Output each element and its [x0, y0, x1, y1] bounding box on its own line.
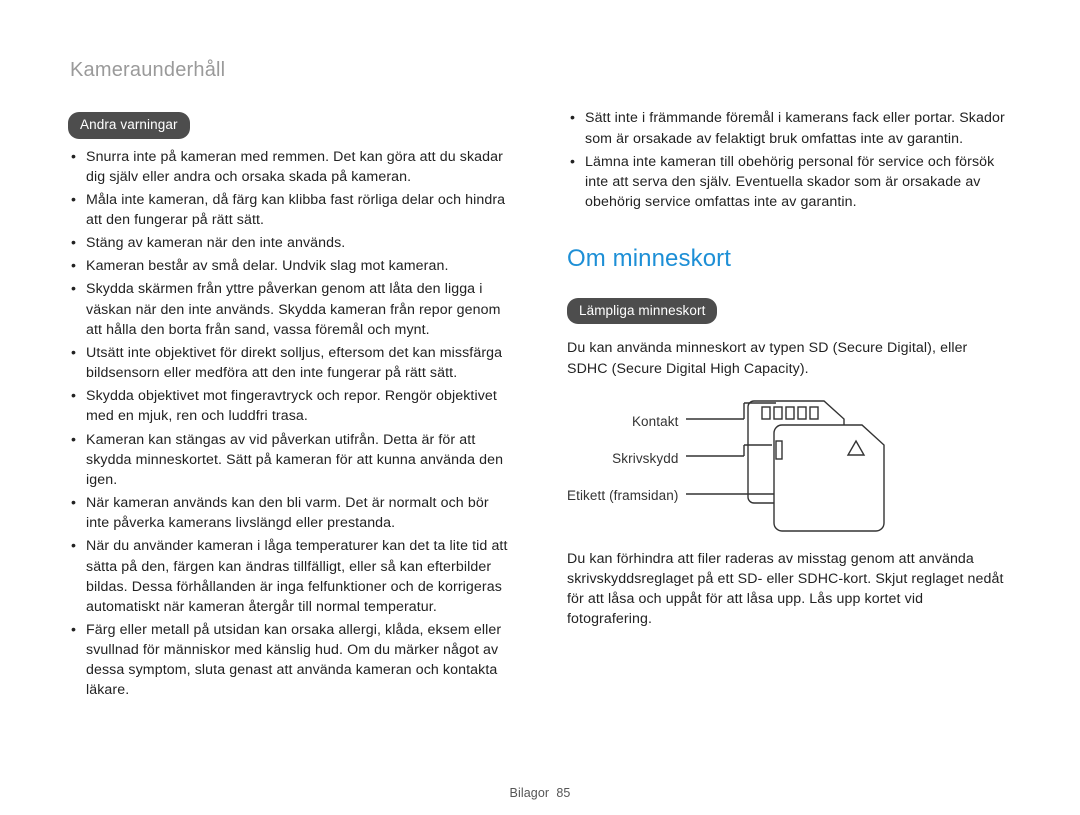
list-item: Skydda skärmen från yttre påverkan genom…: [68, 279, 513, 339]
label-contact: Kontakt: [567, 403, 684, 440]
sd-card-illustration: [684, 397, 904, 537]
list-item: Utsätt inte objektivet för direkt sollju…: [68, 343, 513, 383]
list-item: Snurra inte på kameran med remmen. Det k…: [68, 147, 513, 187]
right-column: Sätt inte i främmande föremål i kamerans…: [567, 108, 1012, 703]
other-warnings-pill: Andra varningar: [68, 112, 190, 138]
list-item: Sätt inte i främmande föremål i kamerans…: [567, 108, 1012, 148]
top-warnings-list: Sätt inte i främmande föremål i kamerans…: [567, 108, 1012, 212]
other-warnings-list: Snurra inte på kameran med remmen. Det k…: [68, 147, 513, 701]
page-number: 85: [556, 786, 570, 800]
suitable-cards-pill: Lämpliga minneskort: [567, 298, 717, 324]
memory-card-outro: Du kan förhindra att filer raderas av mi…: [567, 549, 1012, 630]
sd-card-figure: Kontakt Skrivskydd Etikett (framsidan): [567, 397, 1012, 537]
list-item: När kameran används kan den bli varm. De…: [68, 493, 513, 533]
list-item: Kameran kan stängas av vid påverkan utif…: [68, 430, 513, 490]
footer-section-label: Bilagor: [510, 786, 550, 800]
list-item: Måla inte kameran, då färg kan klibba fa…: [68, 190, 513, 230]
list-item: Skydda objektivet mot fingeravtryck och …: [68, 386, 513, 426]
page-footer: Bilagor 85: [0, 785, 1080, 803]
left-column: Andra varningar Snurra inte på kameran m…: [68, 108, 513, 703]
memory-card-intro: Du kan använda minneskort av typen SD (S…: [567, 338, 1012, 378]
page-title: Kameraunderhåll: [70, 56, 1012, 84]
list-item: Kameran består av små delar. Undvik slag…: [68, 256, 513, 276]
list-item: Lämna inte kameran till obehörig persona…: [567, 152, 1012, 212]
content-columns: Andra varningar Snurra inte på kameran m…: [68, 108, 1012, 703]
list-item: Stäng av kameran när den inte används.: [68, 233, 513, 253]
label-front: Etikett (framsidan): [567, 477, 684, 514]
memory-card-heading: Om minneskort: [567, 242, 1012, 276]
list-item: Färg eller metall på utsidan kan orsaka …: [68, 620, 513, 701]
list-item: När du använder kameran i låga temperatu…: [68, 536, 513, 617]
label-write-protect: Skrivskydd: [567, 440, 684, 477]
